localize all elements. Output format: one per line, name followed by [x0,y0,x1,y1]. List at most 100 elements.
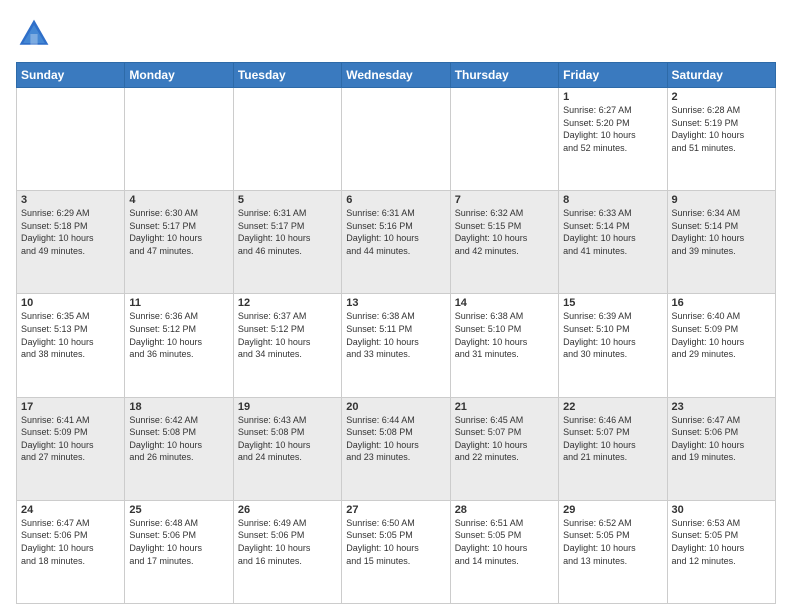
logo-icon [16,16,52,52]
calendar-cell: 8Sunrise: 6:33 AMSunset: 5:14 PMDaylight… [559,191,667,294]
day-number: 18 [129,401,228,413]
day-info: Sunrise: 6:29 AMSunset: 5:18 PMDaylight:… [21,207,120,257]
col-wednesday: Wednesday [342,63,450,88]
day-number: 26 [238,504,337,516]
calendar-cell: 30Sunrise: 6:53 AMSunset: 5:05 PMDayligh… [667,500,775,603]
calendar-cell: 26Sunrise: 6:49 AMSunset: 5:06 PMDayligh… [233,500,341,603]
day-number: 3 [21,194,120,206]
calendar-cell: 16Sunrise: 6:40 AMSunset: 5:09 PMDayligh… [667,294,775,397]
col-tuesday: Tuesday [233,63,341,88]
day-number: 7 [455,194,554,206]
calendar-cell: 18Sunrise: 6:42 AMSunset: 5:08 PMDayligh… [125,397,233,500]
day-info: Sunrise: 6:35 AMSunset: 5:13 PMDaylight:… [21,310,120,360]
calendar-cell: 5Sunrise: 6:31 AMSunset: 5:17 PMDaylight… [233,191,341,294]
calendar-cell: 11Sunrise: 6:36 AMSunset: 5:12 PMDayligh… [125,294,233,397]
day-number: 6 [346,194,445,206]
day-info: Sunrise: 6:46 AMSunset: 5:07 PMDaylight:… [563,414,662,464]
day-info: Sunrise: 6:36 AMSunset: 5:12 PMDaylight:… [129,310,228,360]
calendar-cell [233,88,341,191]
day-number: 12 [238,297,337,309]
page: Sunday Monday Tuesday Wednesday Thursday… [0,0,792,612]
col-thursday: Thursday [450,63,558,88]
calendar-cell [342,88,450,191]
day-number: 5 [238,194,337,206]
day-number: 22 [563,401,662,413]
day-info: Sunrise: 6:49 AMSunset: 5:06 PMDaylight:… [238,517,337,567]
calendar-cell [450,88,558,191]
day-number: 25 [129,504,228,516]
day-number: 4 [129,194,228,206]
calendar-week-4: 24Sunrise: 6:47 AMSunset: 5:06 PMDayligh… [17,500,776,603]
day-number: 27 [346,504,445,516]
calendar-body: 1Sunrise: 6:27 AMSunset: 5:20 PMDaylight… [17,88,776,604]
day-number: 19 [238,401,337,413]
calendar-cell: 23Sunrise: 6:47 AMSunset: 5:06 PMDayligh… [667,397,775,500]
day-number: 1 [563,91,662,103]
day-info: Sunrise: 6:47 AMSunset: 5:06 PMDaylight:… [672,414,771,464]
day-number: 30 [672,504,771,516]
calendar-cell: 3Sunrise: 6:29 AMSunset: 5:18 PMDaylight… [17,191,125,294]
col-monday: Monday [125,63,233,88]
calendar-cell: 7Sunrise: 6:32 AMSunset: 5:15 PMDaylight… [450,191,558,294]
day-info: Sunrise: 6:33 AMSunset: 5:14 PMDaylight:… [563,207,662,257]
day-info: Sunrise: 6:31 AMSunset: 5:17 PMDaylight:… [238,207,337,257]
day-info: Sunrise: 6:47 AMSunset: 5:06 PMDaylight:… [21,517,120,567]
day-info: Sunrise: 6:37 AMSunset: 5:12 PMDaylight:… [238,310,337,360]
calendar-cell: 10Sunrise: 6:35 AMSunset: 5:13 PMDayligh… [17,294,125,397]
calendar-cell: 27Sunrise: 6:50 AMSunset: 5:05 PMDayligh… [342,500,450,603]
day-number: 9 [672,194,771,206]
day-info: Sunrise: 6:41 AMSunset: 5:09 PMDaylight:… [21,414,120,464]
day-info: Sunrise: 6:42 AMSunset: 5:08 PMDaylight:… [129,414,228,464]
day-number: 28 [455,504,554,516]
day-info: Sunrise: 6:52 AMSunset: 5:05 PMDaylight:… [563,517,662,567]
day-number: 14 [455,297,554,309]
day-info: Sunrise: 6:53 AMSunset: 5:05 PMDaylight:… [672,517,771,567]
calendar-week-3: 17Sunrise: 6:41 AMSunset: 5:09 PMDayligh… [17,397,776,500]
calendar-cell: 19Sunrise: 6:43 AMSunset: 5:08 PMDayligh… [233,397,341,500]
day-info: Sunrise: 6:38 AMSunset: 5:10 PMDaylight:… [455,310,554,360]
day-info: Sunrise: 6:48 AMSunset: 5:06 PMDaylight:… [129,517,228,567]
calendar-cell: 6Sunrise: 6:31 AMSunset: 5:16 PMDaylight… [342,191,450,294]
calendar-cell: 4Sunrise: 6:30 AMSunset: 5:17 PMDaylight… [125,191,233,294]
calendar-cell: 24Sunrise: 6:47 AMSunset: 5:06 PMDayligh… [17,500,125,603]
day-info: Sunrise: 6:45 AMSunset: 5:07 PMDaylight:… [455,414,554,464]
calendar-cell: 12Sunrise: 6:37 AMSunset: 5:12 PMDayligh… [233,294,341,397]
day-info: Sunrise: 6:32 AMSunset: 5:15 PMDaylight:… [455,207,554,257]
day-number: 8 [563,194,662,206]
col-friday: Friday [559,63,667,88]
col-saturday: Saturday [667,63,775,88]
calendar-cell: 25Sunrise: 6:48 AMSunset: 5:06 PMDayligh… [125,500,233,603]
day-number: 2 [672,91,771,103]
calendar-cell [125,88,233,191]
calendar-table: Sunday Monday Tuesday Wednesday Thursday… [16,62,776,604]
calendar-cell: 15Sunrise: 6:39 AMSunset: 5:10 PMDayligh… [559,294,667,397]
day-number: 20 [346,401,445,413]
day-number: 23 [672,401,771,413]
calendar-cell: 2Sunrise: 6:28 AMSunset: 5:19 PMDaylight… [667,88,775,191]
day-info: Sunrise: 6:28 AMSunset: 5:19 PMDaylight:… [672,104,771,154]
header-row: Sunday Monday Tuesday Wednesday Thursday… [17,63,776,88]
calendar-week-1: 3Sunrise: 6:29 AMSunset: 5:18 PMDaylight… [17,191,776,294]
calendar-cell: 1Sunrise: 6:27 AMSunset: 5:20 PMDaylight… [559,88,667,191]
day-number: 29 [563,504,662,516]
calendar-cell: 28Sunrise: 6:51 AMSunset: 5:05 PMDayligh… [450,500,558,603]
calendar-cell: 20Sunrise: 6:44 AMSunset: 5:08 PMDayligh… [342,397,450,500]
day-number: 24 [21,504,120,516]
day-number: 13 [346,297,445,309]
day-info: Sunrise: 6:38 AMSunset: 5:11 PMDaylight:… [346,310,445,360]
col-sunday: Sunday [17,63,125,88]
day-number: 21 [455,401,554,413]
day-info: Sunrise: 6:40 AMSunset: 5:09 PMDaylight:… [672,310,771,360]
calendar-cell: 17Sunrise: 6:41 AMSunset: 5:09 PMDayligh… [17,397,125,500]
day-info: Sunrise: 6:39 AMSunset: 5:10 PMDaylight:… [563,310,662,360]
day-number: 11 [129,297,228,309]
day-info: Sunrise: 6:43 AMSunset: 5:08 PMDaylight:… [238,414,337,464]
calendar-cell: 13Sunrise: 6:38 AMSunset: 5:11 PMDayligh… [342,294,450,397]
calendar-cell: 22Sunrise: 6:46 AMSunset: 5:07 PMDayligh… [559,397,667,500]
day-info: Sunrise: 6:34 AMSunset: 5:14 PMDaylight:… [672,207,771,257]
day-number: 17 [21,401,120,413]
calendar-cell [17,88,125,191]
header [16,16,776,52]
day-info: Sunrise: 6:27 AMSunset: 5:20 PMDaylight:… [563,104,662,154]
day-number: 15 [563,297,662,309]
